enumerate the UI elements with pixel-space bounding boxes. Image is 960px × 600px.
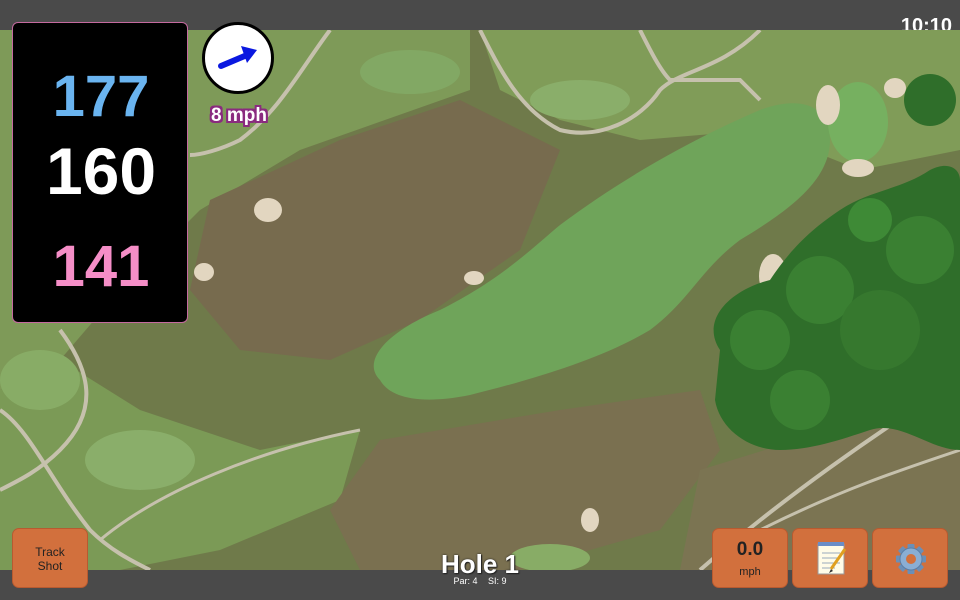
track-shot-label-1: Track <box>35 545 65 559</box>
notes-button[interactable] <box>792 528 868 588</box>
hole-par: Par: 4 <box>453 576 478 586</box>
distance-front: 141 <box>52 234 150 299</box>
hole-si: SI: 9 <box>488 576 507 586</box>
distance-back: 177 <box>52 64 150 129</box>
arrow-right-icon <box>218 46 257 69</box>
speed-value: 0.0 <box>736 539 764 560</box>
distance-panel: 177 160 141 <box>12 22 188 323</box>
settings-button[interactable] <box>872 528 948 588</box>
track-shot-label-2: Shot <box>37 559 63 573</box>
hole-info: Par: 4 SI: 9 <box>380 576 580 586</box>
speed-unit: mph <box>739 566 761 578</box>
distance-middle: 160 <box>45 134 157 208</box>
track-shot-button[interactable]: Track Shot <box>12 528 88 588</box>
speed-button[interactable]: 0.0 mph <box>712 528 788 588</box>
wind-speed: 8 mph <box>211 105 267 126</box>
gear-icon <box>896 544 926 574</box>
notepad-icon <box>817 542 847 575</box>
wind-indicator <box>202 22 274 94</box>
